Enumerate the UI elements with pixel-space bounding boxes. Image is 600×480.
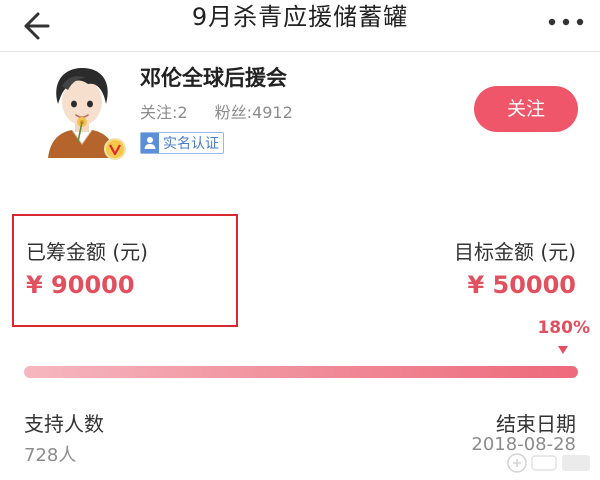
verified-badge: 实名认证 [140,132,224,154]
fans-count: 粉丝:4912 [214,103,293,122]
profile-name[interactable]: 邓伦全球后援会 [140,62,287,92]
target-amount-value: ¥ 50000 [467,271,576,299]
top-nav-bar: 9月杀青应援储蓄罐 [0,0,600,52]
progress-percent: 180% [537,318,590,338]
follow-button[interactable]: 关注 [474,86,578,132]
progress-pointer-icon [558,346,568,354]
follow-count: 关注:2 [140,103,188,122]
progress-fill [24,366,578,378]
progress-bar [24,366,578,378]
raised-amount-value: ¥ 90000 [26,271,135,299]
more-button[interactable] [546,10,586,34]
v-badge-icon [104,138,126,160]
profile-stats: 关注:2 粉丝:4912 [140,99,315,123]
supporters-value: 728人 [24,445,77,466]
verified-label: 实名认证 [163,136,219,152]
watermark-logo-icon [507,453,590,473]
more-dots-icon [548,18,584,26]
verified-person-icon [141,133,159,153]
target-amount-label: 目标金额 (元) [454,240,576,264]
raised-amount-label: 已筹金额 (元) [26,240,148,264]
avatar[interactable] [38,62,126,162]
end-date-label: 结束日期 [496,412,576,436]
supporters-label: 支持人数 [24,412,104,436]
page-title: 9月杀青应援储蓄罐 [191,3,409,31]
